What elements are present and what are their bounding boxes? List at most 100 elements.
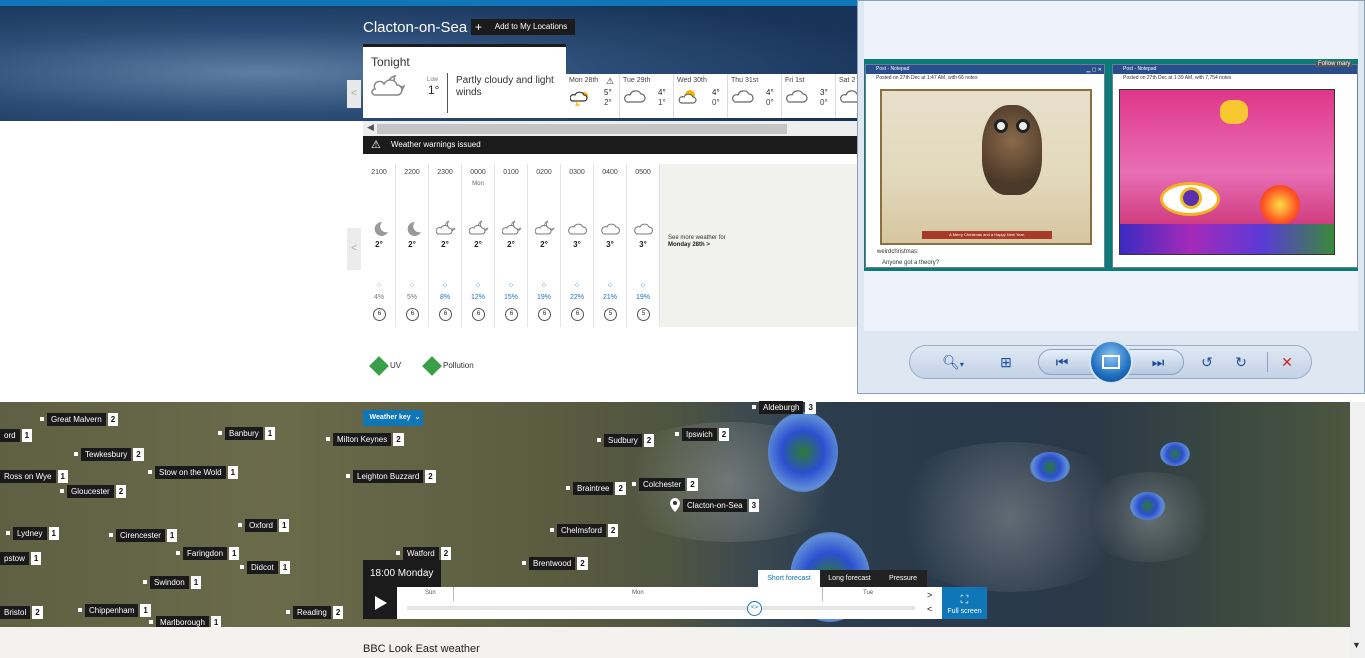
map-town-label[interactable]: Stow on the Wold 1 — [148, 465, 239, 479]
days-scrollbar[interactable]: ◀ — [363, 121, 858, 136]
day-high: 4° — [766, 88, 774, 97]
scrollbar-thumb[interactable] — [377, 124, 787, 134]
psychedelic-cartoon-image — [1119, 89, 1335, 255]
day-tab[interactable]: Fri 1st 3° 0° — [782, 74, 836, 118]
wind-speed: 6 — [538, 308, 551, 321]
map-town-label[interactable]: Gloucester 2 — [60, 484, 127, 498]
slideshow-button[interactable] — [1089, 340, 1133, 384]
weather-key-button[interactable]: Weather key ⌄ — [363, 410, 423, 426]
timeline-prev-button[interactable]: < — [927, 604, 932, 614]
map-town-label[interactable]: Brentwood 2 — [522, 556, 588, 570]
day-tab[interactable]: Wed 30th 4° 0° — [674, 74, 728, 118]
next-icon: ⏭ — [1151, 354, 1165, 370]
map-town-label[interactable]: Braintree 2 — [566, 481, 626, 495]
day-tab[interactable]: Tue 29th 4° 1° — [620, 74, 674, 118]
map-town-label[interactable]: Watford 2 — [396, 546, 452, 560]
rain-chance: 8% — [439, 294, 451, 301]
map-town-label[interactable]: Leighton Buzzard 2 — [346, 469, 436, 483]
day-tab[interactable]: Thu 31st 4° 0° — [728, 74, 782, 118]
notepad-window: Post - Notepad ▁ ▢ ✕ Posted on 27th Dec … — [865, 64, 1105, 268]
map-timeline[interactable]: Sun Mon Tue <> > < — [397, 587, 942, 619]
timeline-handle[interactable]: <> — [747, 601, 762, 616]
page-footer — [0, 627, 1350, 658]
map-town-label[interactable]: ord 1 — [0, 428, 33, 442]
map-town-label[interactable]: Chelmsford 2 — [550, 523, 619, 537]
town-dot — [109, 533, 113, 537]
map-town-label[interactable]: Chippenham 1 — [78, 603, 151, 617]
map-town-label[interactable]: Faringdon 1 — [176, 546, 240, 560]
map-town-label[interactable]: Oxford 1 — [238, 518, 290, 532]
map-town-label[interactable]: Great Malvern 2 — [40, 412, 119, 426]
tab-pressure[interactable]: Pressure — [879, 570, 927, 587]
scroll-left-icon[interactable]: ◀ — [367, 122, 374, 133]
pollution-label[interactable]: Pollution — [443, 361, 474, 370]
weather-warnings-bar[interactable]: ⚠ Weather warnings issued — [363, 136, 858, 154]
timeline-day: Tue — [863, 590, 874, 596]
map-town-label[interactable]: Colchester 2 — [632, 477, 698, 491]
map-town-label[interactable]: Swindon 1 — [143, 575, 202, 589]
next-button[interactable]: ⏭ — [1146, 352, 1170, 372]
rotate-left-button[interactable]: ↺ — [1196, 352, 1218, 372]
town-name: Ross on Wye — [0, 469, 56, 483]
days-prev-arrow[interactable]: < — [347, 80, 361, 108]
day-tab[interactable]: Mon 28th ⚠ 5° 2° — [566, 74, 620, 118]
uv-label[interactable]: UV — [390, 361, 401, 370]
timeline-track[interactable] — [407, 606, 915, 610]
town-temperature: 2 — [643, 433, 655, 447]
hourly-prev-arrow[interactable]: < — [347, 228, 361, 270]
wind-speed: 6 — [406, 308, 419, 321]
play-button[interactable] — [363, 587, 397, 619]
town-dot — [60, 489, 64, 493]
map-town-label[interactable]: pstow 1 — [0, 551, 42, 565]
uv-badge — [369, 356, 389, 376]
hour-temperature: 2° — [408, 240, 416, 249]
tab-long-forecast[interactable]: Long forecast — [820, 570, 879, 587]
map-town-label[interactable]: Cirencester 1 — [109, 528, 178, 542]
divider — [447, 73, 448, 113]
zoom-button[interactable]: 🔍︎▾ — [935, 352, 971, 372]
map-town-label[interactable]: Sudbury 2 — [597, 433, 655, 447]
timeline-next-button[interactable]: > — [927, 590, 932, 600]
map-town-label[interactable]: Bristol 2 — [0, 605, 43, 619]
rotate-right-button[interactable]: ↻ — [1230, 352, 1252, 372]
hour-column: 0000 Mon 2° ⁘ 12% 6 — [462, 164, 495, 327]
wind-speed: 6 — [439, 308, 452, 321]
more-weather-text: See more weather for — [668, 235, 726, 241]
town-dot — [238, 523, 242, 527]
hour-column: 0200 2° ⁘ 19% 6 — [528, 164, 561, 327]
low-temperature: 1° — [428, 83, 440, 97]
hour-time: 0100 — [503, 169, 519, 176]
tab-short-forecast[interactable]: Short forecast — [758, 570, 820, 587]
more-weather-link[interactable]: Monday 28th > — [668, 242, 710, 248]
brand-strip — [0, 0, 860, 6]
more-weather-panel[interactable]: See more weather for Monday 28th > — [660, 164, 858, 327]
town-name: Swindon — [150, 575, 189, 589]
map-town-label[interactable]: Milton Keynes 2 — [326, 432, 404, 446]
town-name: Faringdon — [183, 546, 228, 560]
previous-button[interactable]: ⏮ — [1050, 352, 1074, 372]
add-to-my-locations-button[interactable]: + Add to My Locations — [471, 19, 575, 35]
rotate-right-icon: ↻ — [1235, 354, 1247, 370]
notepad-title: Post - Notepad — [876, 66, 910, 72]
tonight-card[interactable]: Tonight Low 1° Partly cloudy and light w… — [363, 44, 566, 118]
page-scrollbar[interactable] — [1350, 402, 1365, 658]
map-town-label[interactable]: Banbury 1 — [218, 426, 276, 440]
town-dot — [6, 531, 10, 535]
map-town-label[interactable]: Lydney 1 — [6, 526, 59, 540]
fullscreen-button[interactable]: ⛶ Full screen — [942, 587, 987, 619]
map-town-label[interactable]: Tewkesbury 2 — [74, 447, 144, 461]
map-town-label[interactable]: Clacton-on-Sea 3 — [683, 498, 760, 512]
map-town-label[interactable]: Ross on Wye 1 — [0, 469, 68, 483]
map-town-label[interactable]: Didcot 1 — [240, 560, 291, 574]
map-town-label[interactable]: Reading 2 — [286, 605, 344, 619]
rain-chance: 19% — [536, 294, 551, 301]
day-label: Thu 31st — [731, 77, 759, 84]
map-town-label[interactable]: Ipswich 2 — [675, 427, 730, 441]
timeline-tick — [822, 587, 823, 601]
actual-size-button[interactable]: ⊞ — [995, 352, 1017, 372]
day-tab[interactable]: Sat 2 — [836, 74, 858, 118]
delete-button[interactable]: ✕ — [1276, 352, 1298, 372]
scroll-down-icon[interactable]: ▼ — [1352, 640, 1361, 650]
play-icon — [375, 596, 387, 610]
map-town-label[interactable]: Aldeburgh 3 — [752, 400, 816, 414]
